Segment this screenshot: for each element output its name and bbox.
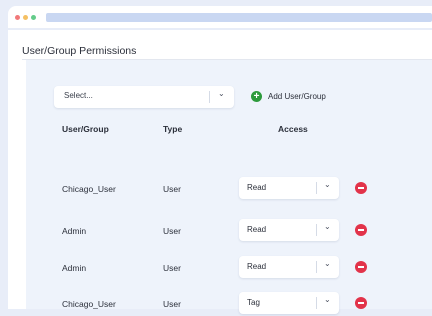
type-cell: User [163,299,181,309]
user-group-cell: Admin [62,263,87,273]
type-cell: User [163,263,181,273]
user-group-cell: Chicago_User [62,184,116,194]
user-group-cell: Chicago_User [62,299,116,309]
select-separator [316,224,317,236]
permissions-panel: Select... ⌄ + Add User/Group User/Group … [26,60,432,314]
add-user-group-label: Add User/Group [268,91,326,101]
table-row: Admin User Read ⌄ [26,219,432,243]
access-select[interactable]: Tag ⌄ [239,292,339,314]
access-select-value: Read [247,262,267,271]
chevron-down-icon[interactable]: ⌄ [324,295,331,304]
select-separator [316,297,317,309]
chevron-down-icon[interactable]: ⌄ [324,259,331,268]
type-cell: User [163,226,181,236]
chevron-down-icon[interactable]: ⌄ [324,180,331,189]
table-row: Chicago_User User Tag ⌄ [26,292,432,316]
select-separator [316,182,317,194]
remove-icon[interactable] [355,182,367,194]
access-select[interactable]: Read ⌄ [239,219,339,241]
user-group-select-value: Select... [64,91,93,100]
close-window-dot-icon[interactable] [15,15,20,20]
access-select-value: Tag [247,298,260,307]
access-select-value: Read [247,183,267,192]
remove-icon[interactable] [355,224,367,236]
chevron-down-icon[interactable]: ⌄ [324,222,331,231]
app-window: User/Group Permissions Select... ⌄ + Add… [8,30,432,314]
plus-circle-icon: + [251,90,262,102]
remove-icon[interactable] [355,297,367,309]
add-user-group-button[interactable]: + Add User/Group [251,88,326,104]
chevron-down-icon[interactable]: ⌄ [218,89,225,98]
section-title: User/Group Permissions [22,45,137,57]
access-select-value: Read [247,225,267,234]
select-separator [209,91,210,103]
column-header-type: Type [163,124,183,134]
select-separator [316,261,317,273]
type-cell: User [163,184,181,194]
table-row: Admin User Read ⌄ [26,256,432,280]
access-select[interactable]: Read ⌄ [239,256,339,278]
browser-chrome [8,6,432,28]
access-select[interactable]: Read ⌄ [239,177,339,199]
maximize-window-dot-icon[interactable] [31,15,36,20]
remove-icon[interactable] [355,261,367,273]
user-group-select[interactable]: Select... ⌄ [54,86,234,108]
column-header-access: Access [278,124,308,134]
user-group-cell: Admin [62,226,87,236]
table-row: Chicago_User User Read ⌄ [26,177,432,201]
column-header-user-group: User/Group [62,124,109,134]
minimize-window-dot-icon[interactable] [23,15,28,20]
address-bar[interactable] [46,13,432,22]
